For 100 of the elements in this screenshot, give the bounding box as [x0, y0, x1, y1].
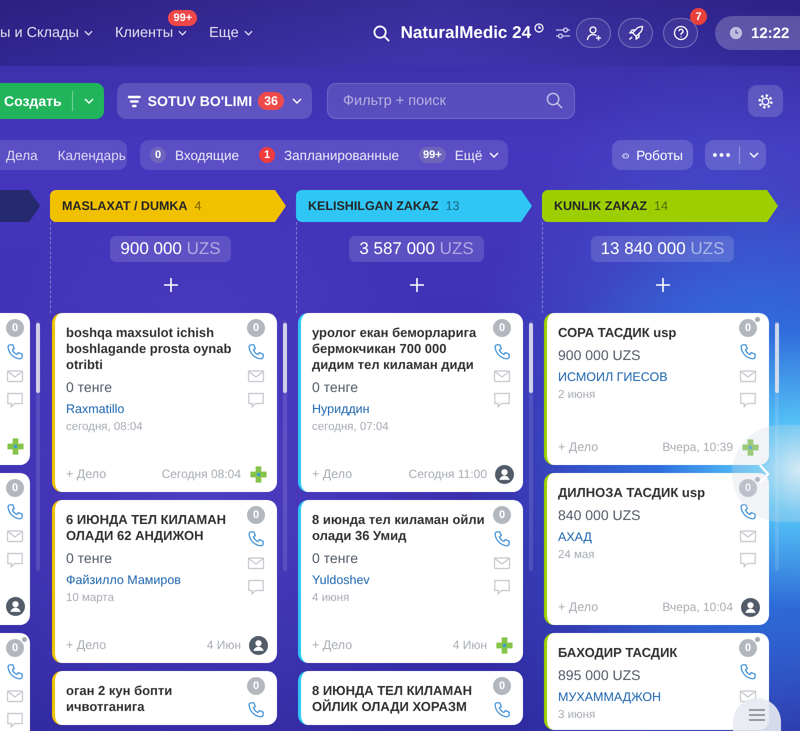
activity-counter: 0 — [247, 319, 265, 337]
counter-filter[interactable]: 0 Входящие — [150, 147, 240, 163]
deal-amount: 0 тенге — [66, 378, 114, 397]
plus-icon — [410, 278, 424, 292]
deal-card[interactable]: БАХОДИР ТАСДИК 895 000 UZS МУХАММАДЖОН 3 июня 0 — [544, 633, 769, 730]
deal-title[interactable]: 8 ИЮНДА ТЕЛ КИЛАМАН ОЙЛИК ОЛАДИ ХОРАЗМ — [312, 683, 487, 715]
deal-date: 3 июня — [558, 708, 596, 723]
deal-date: сегодня, 07:04 — [312, 420, 390, 435]
person-add-icon — [586, 25, 602, 41]
pipeline-selector[interactable]: SOTUV BO'LIMI 36 — [117, 83, 312, 119]
robots-button[interactable]: Роботы — [612, 140, 693, 170]
rocket-icon — [628, 25, 644, 41]
deal-title[interactable]: СОРА ТАСДИК usp — [558, 325, 733, 341]
stage-header[interactable]: MASLAXAT / DUMKA 4 — [50, 190, 286, 222]
activity-counter: 0 — [739, 319, 757, 337]
chevron-down-icon — [244, 30, 253, 36]
count-badge: 1 — [259, 147, 276, 163]
stage-count: 13 — [446, 199, 460, 213]
phone-icon[interactable] — [739, 663, 757, 681]
contact-link[interactable]: Нуриддин — [312, 400, 487, 418]
add-deal-button[interactable] — [164, 278, 178, 292]
phone-icon[interactable] — [6, 343, 24, 361]
phone-icon[interactable] — [6, 663, 24, 681]
list-button[interactable] — [733, 698, 781, 731]
deal-card[interactable]: 8 июнда тел киламан ойли олади 36 Умид 0 тенге Yuldoshev 4 июня 0 + Дело 4 Июн — [298, 500, 523, 663]
count-badge: 0 — [150, 147, 166, 163]
view-tab[interactable]: Календарь — [52, 143, 132, 167]
invite-button[interactable] — [576, 18, 611, 48]
view-tab[interactable]: Дела — [0, 143, 44, 167]
scrollbar[interactable] — [36, 321, 40, 571]
phone-icon[interactable] — [247, 343, 265, 361]
deal-card[interactable]: уролог екан беморларига бермокчикан 700 000 дидим тел киламан диди 0 тенге Нуриддин сегодня, 07:04 0 + Дело Сегодня 11:00 — [298, 313, 523, 492]
avatar-icon[interactable] — [249, 636, 268, 654]
clock-icon — [534, 23, 544, 33]
deal-card[interactable]: 8 ИЮНДА ТЕЛ КИЛАМАН ОЙЛИК ОЛАДИ ХОРАЗМ 0 — [298, 671, 523, 725]
avatar-icon[interactable] — [741, 598, 760, 616]
deal-title[interactable]: оган 2 кун бопти ичвотганига — [66, 683, 241, 715]
count-badge: 36 — [258, 92, 284, 110]
deal-title[interactable]: 6 ИЮНДА ТЕЛ КИЛАМАН ОЛАДИ 62 АНДИЖОН — [66, 512, 241, 544]
settings-button[interactable] — [748, 85, 783, 117]
settings-icon — [757, 92, 774, 110]
phone-icon[interactable] — [493, 530, 511, 548]
add-deal-button[interactable] — [410, 278, 424, 292]
phone-icon[interactable] — [739, 343, 757, 361]
scrollbar[interactable] — [529, 321, 533, 571]
scroll-right-button[interactable] — [732, 425, 800, 522]
deal-card[interactable]: оган 2 кун бопти ичвотганига 0 — [52, 671, 277, 725]
deal-card[interactable]: СОРА ТАСДИК usp 900 000 UZS ИСМОИЛ ГИЕСОВ 2 июня 0 + Дело Вчера, 10:39 — [544, 313, 769, 465]
phone-icon[interactable] — [493, 701, 511, 719]
help-button[interactable] — [663, 18, 698, 48]
phone-icon[interactable] — [493, 343, 511, 361]
counter-filter[interactable]: 99+ Ещё — [419, 147, 500, 163]
chevron-down-icon — [84, 30, 93, 36]
nav-link[interactable]: Клиенты — [114, 25, 188, 41]
contact-link[interactable]: ИСМОИЛ ГИЕСОВ — [558, 368, 733, 386]
rocket-button[interactable] — [618, 18, 653, 48]
nav-link[interactable]: Еще — [209, 25, 253, 41]
activity-counter: 0 — [247, 506, 265, 524]
list-icon — [748, 708, 766, 722]
phone-icon[interactable] — [247, 701, 265, 719]
stage-header[interactable]: KUNLIK ZAKAZ 14 — [542, 190, 778, 222]
clock-icon — [729, 26, 743, 40]
scrollbar[interactable] — [775, 321, 779, 571]
deal-title[interactable]: boshqa maxsulot ichish boshlagande prosta oynab otribti — [66, 325, 241, 373]
avatar-icon[interactable] — [495, 464, 514, 484]
stage-header[interactable]: KELISHILGAN ZAKAZ 13 — [296, 190, 532, 222]
deal-title[interactable]: уролог екан беморларига бермокчикан 700 000 дидим тел киламан диди — [312, 325, 487, 373]
more-menu-button[interactable] — [705, 140, 766, 170]
nav-link[interactable]: ы и Склады — [0, 25, 93, 41]
deal-title[interactable]: ДИЛНОЗА ТАСДИК usp — [558, 485, 733, 501]
contact-link[interactable]: Yuldoshev — [312, 571, 487, 589]
search-icon[interactable] — [372, 24, 390, 42]
portal-title[interactable]: NaturalMedic 24 — [400, 23, 532, 43]
contact-link[interactable]: Файзилло Мамиров — [66, 571, 241, 589]
time-button[interactable]: 12:22 — [715, 16, 800, 50]
counter-filter[interactable]: 1 Запланированные — [259, 147, 400, 163]
phone-icon[interactable] — [739, 503, 757, 521]
activity-time: Сегодня 11:00 — [408, 467, 487, 481]
activity-counter: 0 — [247, 677, 265, 695]
activity-counter: 0 — [493, 677, 511, 695]
phone-icon[interactable] — [247, 530, 265, 548]
avatar-icon[interactable] — [6, 597, 24, 616]
contact-link[interactable]: АХАД — [558, 528, 733, 546]
activity-counter: 0 — [6, 639, 24, 657]
caret-icon — [84, 98, 94, 104]
deal-card[interactable]: boshqa maxsulot ichish boshlagande prosta oynab otribti 0 тенге Raxmatillo сегодня, 08:04 0 + Дело Сегодня 08:04 — [52, 313, 277, 492]
contact-link[interactable]: МУХАММАДЖОН — [558, 688, 733, 706]
help-icon — [672, 25, 688, 41]
phone-icon[interactable] — [6, 503, 24, 521]
sliders-icon[interactable] — [556, 27, 570, 39]
contact-link[interactable]: Raxmatillo — [66, 400, 241, 418]
notification-badge: 7 — [690, 8, 707, 25]
stage-count: 4 — [194, 199, 202, 213]
activity-counter: 0 — [493, 506, 511, 524]
chevron-down-icon — [178, 30, 188, 36]
scrollbar[interactable] — [283, 321, 287, 571]
deal-title[interactable]: БАХОДИР ТАСДИК — [558, 645, 733, 661]
deal-title[interactable]: 8 июнда тел киламан ойли олади 36 Умид — [312, 512, 487, 544]
add-deal-button[interactable] — [656, 278, 670, 292]
deal-card[interactable]: 6 ИЮНДА ТЕЛ КИЛАМАН ОЛАДИ 62 АНДИЖОН 0 тенге Файзилло Мамиров 10 марта 0 + Дело 4 Июн — [52, 500, 277, 663]
